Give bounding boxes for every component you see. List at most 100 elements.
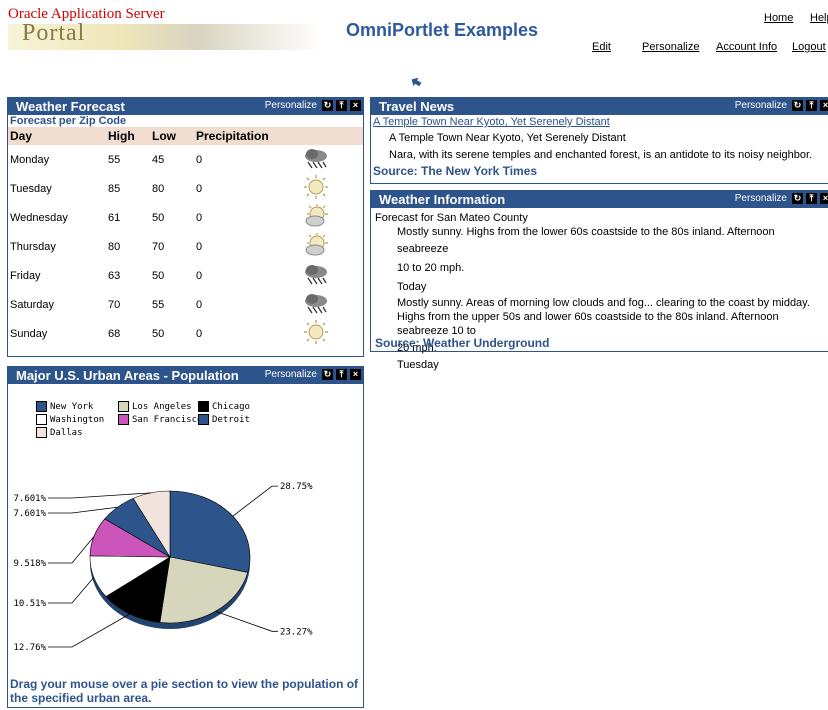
logout-link[interactable]: Logout (792, 41, 826, 53)
cell-precip: 0 (196, 153, 203, 166)
table-row: Saturday 70 55 0 (8, 290, 363, 319)
forecast-subtitle: Forecast per Zip Code (10, 115, 127, 127)
cell-day: Saturday (10, 298, 55, 311)
cell-precip: 0 (196, 269, 203, 282)
close-icon[interactable]: × (820, 193, 828, 204)
home-link[interactable]: Home (764, 12, 793, 24)
portlet-title: Travel News (379, 99, 455, 114)
pie-value-label: 7.601% (13, 509, 46, 519)
personalize-link[interactable]: Personalize (642, 41, 699, 53)
sun-icon (301, 174, 363, 203)
pie-leader-line (215, 610, 278, 632)
col-precipitation: Precipitation (194, 127, 301, 145)
table-header-row: Day High Low Precipitation (8, 127, 363, 145)
cell-day: Friday (10, 269, 41, 282)
cell-day: Tuesday (10, 182, 52, 195)
storm-icon (301, 261, 363, 290)
cell-low: 50 (152, 269, 165, 282)
article-summary: Nara, with its serene temples and enchan… (389, 149, 813, 161)
close-icon[interactable]: × (820, 100, 828, 111)
refresh-icon[interactable]: ↻ (792, 193, 803, 204)
collapse-icon[interactable]: ⤒ (806, 193, 817, 204)
cell-high: 80 (108, 240, 121, 253)
pie-leader-line (232, 485, 278, 517)
storm-icon (301, 145, 363, 174)
page-title: OmniPortlet Examples (346, 20, 539, 40)
cell-high: 61 (108, 211, 121, 224)
portlet-title: Major U.S. Urban Areas - Population (16, 368, 239, 383)
refresh-icon[interactable]: ↻ (322, 100, 333, 111)
pie-leader-line (48, 577, 95, 604)
portlet-title: Weather Information (379, 192, 506, 207)
portlet-personalize-link[interactable]: Personalize (735, 100, 787, 111)
cell-high: 68 (108, 327, 121, 340)
pie-value-label: 9.518% (13, 559, 46, 569)
collapse-icon[interactable]: ⤒ (336, 100, 347, 111)
cell-high: 55 (108, 153, 121, 166)
refresh-icon[interactable]: ↻ (792, 100, 803, 111)
help-link[interactable]: Help (810, 12, 828, 24)
cell-precip: 0 (196, 211, 203, 224)
forecast-day-label: Tuesday (397, 359, 439, 371)
article-headline: A Temple Town Near Kyoto, Yet Serenely D… (389, 132, 626, 144)
sun-icon (301, 319, 363, 348)
cell-day: Wednesday (10, 211, 68, 224)
portlet-header: Weather Forecast Personalize ↻ ⤒ × (8, 98, 363, 115)
table-row: Monday 55 45 0 (8, 145, 363, 174)
cell-high: 63 (108, 269, 121, 282)
table-row: Friday 63 50 0 (8, 261, 363, 290)
portlet-header: Major U.S. Urban Areas - Population Pers… (8, 367, 363, 384)
cell-day: Sunday (10, 327, 48, 340)
col-day: Day (8, 127, 106, 145)
pie-value-label: 28.75% (280, 482, 313, 492)
chart-instructions: Drag your mouse over a pie section to vi… (10, 677, 359, 705)
col-low: Low (150, 127, 194, 145)
table-row: Sunday 68 50 0 (8, 319, 363, 348)
cell-low: 50 (152, 211, 165, 224)
cell-precip: 0 (196, 182, 203, 195)
table-row: Thursday 80 70 0 (8, 232, 363, 261)
table-row: Tuesday 85 80 0 (8, 174, 363, 203)
portlet-title: Weather Forecast (16, 99, 125, 114)
collapse-icon[interactable]: ⤒ (336, 369, 347, 380)
edit-link[interactable]: Edit (592, 41, 611, 53)
article-link[interactable]: A Temple Town Near Kyoto, Yet Serenely D… (373, 116, 610, 128)
cell-precip: 0 (196, 298, 203, 311)
cell-high: 85 (108, 182, 121, 195)
col-icon (301, 127, 363, 145)
forecast-heading: Forecast for San Mateo County (375, 212, 528, 224)
close-icon[interactable]: × (350, 100, 361, 111)
close-icon[interactable]: × (350, 369, 361, 380)
pie-leader-line (48, 536, 95, 564)
population-portlet: Major U.S. Urban Areas - Population Pers… (7, 366, 364, 708)
forecast-day-label: Today (397, 281, 427, 293)
weather-source: Source: Weather Underground (375, 336, 550, 350)
collapse-icon[interactable]: ⤒ (806, 100, 817, 111)
forecast-text: Mostly sunny. Areas of morning low cloud… (397, 297, 810, 337)
cell-low: 55 (152, 298, 165, 311)
weather-information-portlet: Weather Information Personalize ↻ ⤒ × Fo… (370, 190, 828, 371)
portlet-header: Travel News Personalize ↻ ⤒ × (371, 98, 828, 115)
forecast-text: Mostly sunny. Highs from the lower 60s c… (397, 226, 775, 255)
pie-leader-line (48, 613, 130, 648)
col-high: High (106, 127, 150, 145)
portlet-personalize-link[interactable]: Personalize (735, 193, 787, 204)
forecast-table: Day High Low Precipitation Monday 55 45 0 Tu… (8, 127, 363, 348)
portlet-personalize-link[interactable]: Personalize (265, 100, 317, 111)
brand-portal-text: Portal (22, 20, 86, 46)
table-row: Wednesday 61 50 0 (8, 203, 363, 232)
forecast-text: 10 to 20 mph. (397, 262, 465, 274)
portlet-personalize-link[interactable]: Personalize (265, 369, 317, 380)
storm-icon (301, 290, 363, 319)
cell-high: 70 (108, 298, 121, 311)
population-pie-chart[interactable]: 28.75% 23.27% 12.76% 10.51% 9.518% 7.601% 7.60… (8, 385, 363, 675)
cell-low: 80 (152, 182, 165, 195)
up-arrow-icon[interactable] (409, 75, 423, 89)
cell-day: Monday (10, 153, 50, 166)
cell-precip: 0 (196, 327, 203, 340)
refresh-icon[interactable]: ↻ (322, 369, 333, 380)
account-info-link[interactable]: Account Info (716, 41, 777, 53)
cell-day: Thursday (10, 240, 56, 253)
travel-news-portlet: Travel News Personalize ↻ ⤒ × A Temple T… (370, 97, 828, 184)
pie-value-label: 23.27% (280, 627, 313, 637)
